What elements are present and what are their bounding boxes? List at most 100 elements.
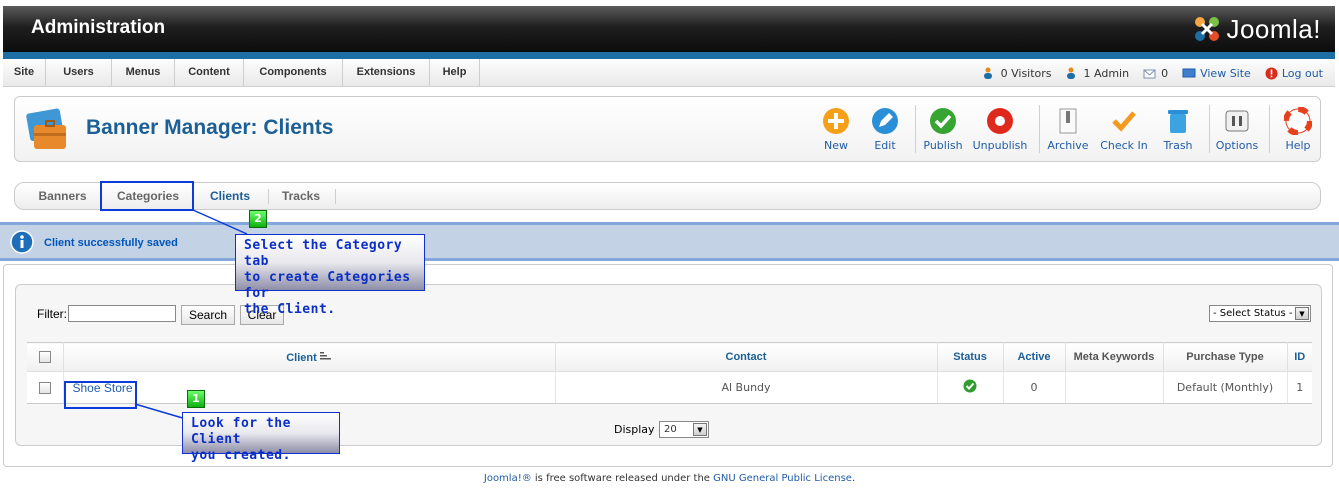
info-icon [10,230,34,254]
menu-extensions[interactable]: Extensions [343,59,430,87]
admin-title: Administration [31,17,166,38]
tab-banners[interactable]: Banners [30,183,95,209]
row-select [27,371,64,404]
menu-help[interactable]: Help [430,59,480,87]
meta-keywords-cell [1065,371,1164,404]
banner-manager-icon [26,108,66,149]
table-header-row: Client Contact Status Active Meta Keywor… [27,342,1312,372]
checkin-button[interactable]: Check In [1095,105,1153,155]
joomla-logo-icon [1195,17,1220,41]
admin-icon [1066,67,1075,79]
trash-label: Trash [1163,139,1193,152]
contact-cell: Al Bundy [555,371,938,404]
visitors-count: 0 Visitors [1000,66,1052,80]
publish-label: Publish [923,139,963,152]
footer-text: is free software released under the [531,473,714,484]
display-count-value: 20 [664,424,677,435]
monitor-icon [1182,68,1196,78]
logout-link[interactable]: Log out [1265,67,1323,80]
trash-button[interactable]: Trash [1149,105,1207,155]
users-icon [983,67,992,79]
footer-end: . [851,473,856,484]
joomla-link[interactable]: Joomla!® [484,473,532,484]
system-message: Client successfully saved [0,222,1339,261]
trash-icon [1168,110,1188,133]
unpublish-icon [987,108,1013,134]
step-2-line-1: Select the Category tab [244,238,403,269]
archive-button[interactable]: Archive [1039,105,1097,155]
step-2-line-3: the Client. [244,302,336,317]
menu-components[interactable]: Components [244,59,343,87]
step-2-line-2: to create Categories for [244,270,411,301]
tab-separator [335,189,336,204]
header-status[interactable]: Status [937,342,1004,372]
message-text: Client successfully saved [44,237,178,249]
checkin-label: Check In [1100,139,1148,152]
archive-label: Archive [1047,139,1089,152]
purchase-type-cell: Default (Monthly) [1163,371,1288,404]
add-icon [823,108,849,134]
status-bar: 0 Visitors 1 Admin 0 View Site Log out [983,59,1323,87]
header-client-label: Client [286,351,317,364]
header-meta-keywords: Meta Keywords [1065,342,1164,372]
joomla-logo: Joomla! [1192,13,1321,45]
header-client[interactable]: Client [63,342,556,372]
categories-highlight [100,181,194,211]
messages-status[interactable]: 0 [1143,67,1168,80]
menu-site[interactable]: Site [3,59,46,87]
header-divider [3,52,1335,59]
header-active[interactable]: Active [1003,342,1066,372]
header-id[interactable]: ID [1287,342,1312,372]
checkin-icon [1112,111,1136,132]
search-button[interactable]: Search [181,305,235,325]
license-link[interactable]: GNU General Public License [713,473,852,484]
filter-input[interactable] [68,305,176,322]
logo-text: Joomla! [1226,13,1321,44]
options-label: Options [1215,139,1259,152]
select-all-checkbox[interactable] [38,351,51,364]
publish-button[interactable]: Publish [914,105,972,155]
options-icon [1225,110,1249,132]
filter-label: Filter: [37,307,67,321]
menu-content[interactable]: Content [175,59,244,87]
visitors-status: 0 Visitors [983,67,1052,80]
view-site-label: View Site [1200,66,1251,80]
logout-label: Log out [1281,66,1323,80]
admins-count: 1 Admin [1083,66,1130,80]
toolbar-box: Banner Manager: Clients New Edit Publish… [14,96,1321,162]
footer: Joomla!® is free software released under… [0,473,1339,484]
help-lifebuoy-icon [1284,107,1312,135]
menu-users[interactable]: Users [46,59,112,87]
logout-icon [1265,67,1278,79]
step-2-badge: 2 [249,210,267,228]
published-check-icon[interactable] [963,379,977,393]
header-select-all [27,342,64,372]
sort-icon [319,351,331,359]
row-checkbox[interactable] [38,382,51,394]
unpublish-button[interactable]: Unpublish [971,105,1029,155]
dropdown-arrow-icon: ▼ [1295,307,1309,320]
active-cell: 0 [1003,371,1066,404]
help-label: Help [1285,139,1311,152]
id-cell: 1 [1287,371,1312,404]
header-purchase-type: Purchase Type [1163,342,1288,372]
clients-table: Client Contact Status Active Meta Keywor… [27,342,1312,404]
options-button[interactable]: Options [1208,105,1266,155]
display-count-select[interactable]: 20 ▼ [659,421,709,438]
client-highlight [64,381,137,409]
step-1-badge: 1 [187,390,205,408]
table-row: Shoe Store Al Bundy 0 Default (Monthly) … [27,371,1312,404]
edit-button[interactable]: Edit [856,105,914,155]
status-filter-select[interactable]: - Select Status - ▼ [1209,305,1311,322]
step-1-line-2: you created. [191,448,291,463]
help-button[interactable]: Help [1269,105,1327,155]
view-site-link[interactable]: View Site [1182,67,1251,80]
status-select-value: - Select Status - [1213,308,1293,319]
menu-menus[interactable]: Menus [112,59,175,87]
header-contact[interactable]: Contact [555,342,938,372]
status-cell [937,371,1004,404]
step-1-line-1: Look for the Client [191,416,291,447]
tab-tracks[interactable]: Tracks [273,183,329,209]
tab-clients[interactable]: Clients [198,183,262,209]
main-menu: Site Users Menus Content Components Exte… [3,59,1335,87]
